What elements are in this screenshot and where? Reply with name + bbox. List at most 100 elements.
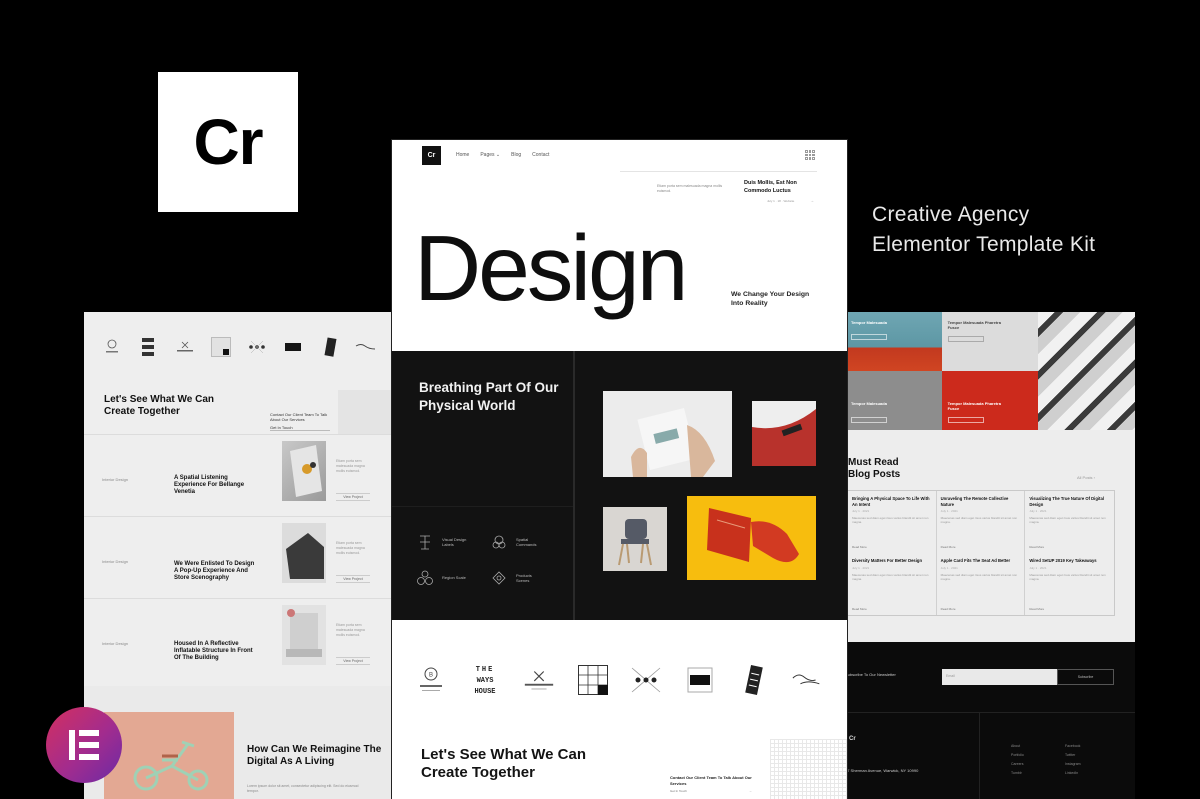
gallery-item-title: Tempor Malesuada	[851, 401, 887, 406]
gallery-item[interactable]: Tempor Malesuada Pharetra Fusce	[941, 371, 1039, 430]
footer-link[interactable]: Tumblr	[1011, 771, 1065, 775]
shoe-line-icon	[492, 571, 506, 585]
footer-link[interactable]: Instagram	[1065, 762, 1115, 766]
post-excerpt: Maecenas sed diam eget risus varius blan…	[940, 572, 1018, 581]
project-category: Interior Design	[102, 641, 129, 646]
client-logo-xox	[629, 663, 663, 697]
post-title[interactable]: Diversity Matters For Better Design	[852, 558, 932, 564]
gallery-item-button[interactable]	[947, 417, 984, 423]
client-logo-studio	[282, 337, 304, 357]
tricycle-image	[104, 712, 234, 799]
read-more-link[interactable]: Read More	[941, 545, 956, 549]
view-project-button[interactable]: View Project	[336, 657, 370, 665]
post-excerpt: Maecenas sed diam eget risus varius blan…	[1029, 572, 1106, 581]
contact-block: Contact Our Client Team To Talk About Ou…	[670, 775, 752, 793]
gallery-item-button[interactable]	[851, 417, 887, 423]
read-more-link[interactable]: Read More	[1029, 607, 1044, 611]
blog-post-card[interactable]: Apple Card Fits The Seat Ad Better July 1…	[937, 553, 1026, 615]
chevron-down-icon: ⌄	[495, 152, 501, 158]
cta-heading: Let's See What We Can Create Together	[421, 746, 586, 781]
photo-booklet[interactable]	[603, 391, 732, 477]
footer-link[interactable]: Careers	[1011, 762, 1065, 766]
gallery-item-button[interactable]	[947, 336, 984, 342]
footer-link[interactable]: Twitter	[1065, 753, 1115, 757]
blog-post-card[interactable]: Diversity Matters For Better Design July …	[848, 553, 937, 615]
portfolio-gallery: Tempor Malesuada Tempor Malesuada Pharet…	[845, 312, 1135, 430]
client-logos-row: B THE WAYS HOUSE	[392, 656, 847, 704]
view-project-button[interactable]: View Project	[336, 575, 370, 583]
gallery-item[interactable]: Tempor Malesuada	[845, 312, 942, 371]
project-thumb-bag[interactable]	[282, 441, 326, 501]
arrow-right-icon[interactable]: →	[810, 198, 814, 203]
elementor-icon	[67, 728, 101, 762]
nav-item-home[interactable]: Home	[456, 152, 469, 158]
project-thumb-box[interactable]	[282, 523, 326, 583]
nav-item-pages[interactable]: Pages ⌄	[480, 152, 500, 158]
photo-shoes[interactable]	[687, 496, 816, 580]
contact-link[interactable]: Get In Touch →	[670, 789, 752, 793]
chair-line-icon	[420, 535, 430, 550]
nav-item-blog[interactable]: Blog	[511, 152, 521, 158]
section-divider	[573, 351, 575, 620]
post-title[interactable]: Wired SetUP 2019 Key Takeaways	[1029, 558, 1110, 564]
brand-logo: Cr	[158, 72, 298, 212]
left-decor-box	[338, 390, 394, 434]
gallery-item-title: Tempor Malesuada	[851, 320, 887, 325]
view-project-button[interactable]: View Project	[336, 493, 370, 501]
client-logo-studio	[683, 663, 717, 697]
photo-red-shirt[interactable]	[752, 401, 816, 466]
project-desc: Etiam porta sem malesuada magna mollis e…	[336, 623, 365, 637]
service-item: Visual Design Labels	[416, 533, 470, 551]
nav-item-contact[interactable]: Contact	[532, 152, 549, 158]
footer-link[interactable]: Portfolio	[1011, 753, 1065, 757]
gallery-item[interactable]: Tempor Malesuada Pharetra Fusce	[941, 312, 1039, 371]
post-meta: July 1 · 2021	[940, 565, 958, 570]
contact-text: Contact Our Client Team To Talk About Ou…	[670, 775, 752, 786]
left-bottom-subtext: Lorem ipsum dolor sit amet, consectetur …	[247, 784, 359, 793]
header-divider	[620, 171, 817, 172]
left-contact-link[interactable]: Get In Touch	[270, 425, 330, 431]
newsletter-email-input[interactable]: Email	[942, 669, 1057, 685]
subscribe-button[interactable]: Subscribe	[1057, 669, 1114, 685]
footer-logo[interactable]: Cr	[849, 736, 856, 742]
client-logo-cafe-living	[355, 337, 377, 357]
project-title[interactable]: We Were Enlisted To Design A Pop-Up Expe…	[174, 561, 259, 582]
read-more-link[interactable]: Read More	[852, 545, 867, 549]
tagline-line-2: Elementor Template Kit	[872, 233, 1096, 256]
post-title[interactable]: Bringing A Physical Space To Life With A…	[852, 496, 932, 507]
post-excerpt: Maecenas sed diam eget risus varius blan…	[852, 516, 929, 524]
footer-address: 37 Sherman Avenue, Warwick, NY 10990	[845, 768, 919, 773]
blog-posts-grid: Bringing A Physical Space To Life With A…	[847, 490, 1115, 616]
gallery-item-button[interactable]	[851, 334, 887, 340]
project-title[interactable]: Housed In A Reflective Inflatable Struct…	[174, 641, 259, 662]
post-title[interactable]: Apple Card Fits The Seat Ad Better	[941, 558, 1021, 564]
left-section-heading: Let's See What We Can Create Together	[104, 394, 214, 417]
project-thumb-structure[interactable]	[282, 605, 326, 665]
gallery-item-title: Tempor Malesuada Pharetra Fusce	[947, 320, 1001, 330]
blog-post-card[interactable]: Unraveling The Remote Collective Nature J…	[937, 491, 1026, 553]
site-navbar: Cr Home Pages ⌄ Blog Contact	[392, 140, 847, 170]
featured-post-title[interactable]: Duis Mollis, Est Non Commodo Luctus	[744, 180, 819, 195]
blog-post-card[interactable]: Bringing A Physical Space To Life With A…	[848, 491, 937, 553]
footer-link[interactable]: Facebook	[1065, 744, 1115, 748]
project-title[interactable]: A Spatial Listening Experience For Bella…	[174, 475, 259, 496]
gallery-item-architecture[interactable]	[1038, 312, 1135, 430]
project-row: Interior Design A Spatial Listening Expe…	[84, 434, 394, 516]
read-more-link[interactable]: Read More	[941, 607, 956, 611]
svg-text:HOUSE: HOUSE	[474, 688, 495, 696]
footer-link[interactable]: LinkedIn	[1065, 771, 1115, 775]
read-more-link[interactable]: Read More	[1029, 545, 1044, 549]
read-more-link[interactable]: Read More	[852, 607, 867, 611]
all-posts-link[interactable]: All Posts ›	[1077, 475, 1095, 480]
gallery-item[interactable]: Tempor Malesuada	[845, 371, 942, 430]
post-title[interactable]: Visualizing The True Nature Of Digital D…	[1029, 496, 1110, 507]
grid-menu-icon[interactable]	[805, 150, 815, 160]
post-title[interactable]: Unraveling The Remote Collective Nature	[941, 496, 1021, 507]
site-logo[interactable]: Cr	[422, 146, 441, 165]
blog-post-card[interactable]: Visualizing The True Nature Of Digital D…	[1025, 491, 1114, 553]
post-excerpt: Maecenas sed diam eget risus varius blan…	[940, 516, 1018, 524]
blog-post-card[interactable]: Wired SetUP 2019 Key Takeaways July 1 · 2…	[1025, 553, 1114, 615]
photo-chair[interactable]	[603, 507, 667, 571]
project-row: Interior Design Housed In A Reflective I…	[84, 598, 394, 680]
footer-link[interactable]: About	[1011, 744, 1065, 748]
